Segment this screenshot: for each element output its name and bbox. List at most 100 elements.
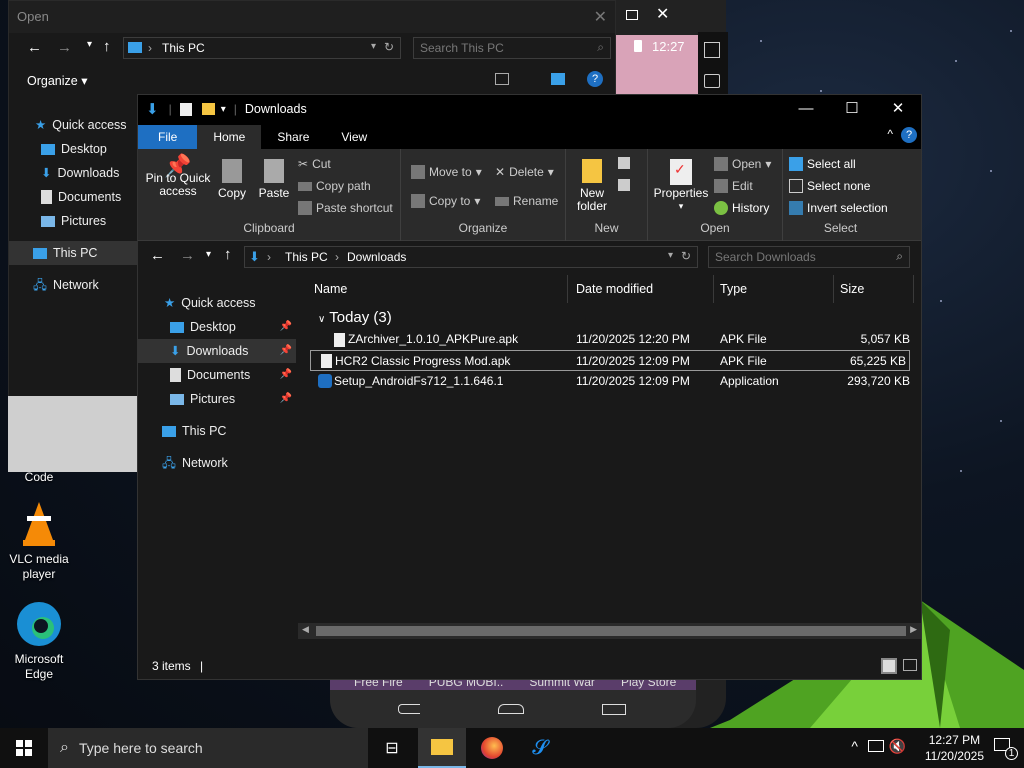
nav-quick-access[interactable]: ★ Quick access <box>138 291 296 315</box>
emulator-close-icon[interactable]: ✕ <box>656 4 669 24</box>
preview-pane-icon[interactable] <box>551 73 565 85</box>
desktop-icon-vlc[interactable]: VLC media player <box>6 500 72 582</box>
group-header[interactable]: ∨ Today (3) <box>318 309 392 326</box>
open-button[interactable]: Open ▾ <box>714 157 771 171</box>
pin-quick-access-button[interactable]: 📌 Pin to Quick access <box>144 155 212 198</box>
nav-desktop[interactable]: Desktop <box>9 137 137 161</box>
taskbar-search-input[interactable]: ⌕ Type here to search <box>48 728 368 768</box>
volume-muted-icon[interactable]: 🔇 <box>889 738 906 755</box>
nav-network[interactable]: 🖧 Network <box>138 451 296 475</box>
copy-path-button[interactable]: Copy path <box>298 179 371 193</box>
recents-nav-icon[interactable] <box>602 704 626 715</box>
taskbar-firefox[interactable] <box>468 728 516 768</box>
tab-file[interactable]: File <box>138 125 198 149</box>
rename-button[interactable]: Rename <box>495 194 558 208</box>
close-button[interactable]: ✕ <box>875 95 921 123</box>
table-row[interactable]: ZArchiver_1.0.10_APKPure.apk 11/20/2025 … <box>310 329 910 350</box>
move-to-button[interactable]: Move to ▾ <box>411 165 482 179</box>
pin-icon[interactable]: 📌 <box>280 339 292 363</box>
copy-to-button[interactable]: Copy to ▾ <box>411 194 480 208</box>
help-icon[interactable]: ? <box>587 71 603 87</box>
chevron-down-icon[interactable]: ▾ <box>221 104 226 115</box>
horizontal-scrollbar[interactable]: ◀ ▶ <box>298 623 921 639</box>
search-input[interactable]: Search This PC ⌕ <box>413 37 611 59</box>
view-options-icon[interactable] <box>495 73 509 85</box>
pin-icon[interactable]: 📌 <box>280 363 292 387</box>
search-input[interactable]: Search Downloads ⌕ <box>708 246 910 268</box>
task-view-button[interactable]: ⊟ <box>368 728 416 768</box>
paste-shortcut-button[interactable]: Paste shortcut <box>298 201 393 215</box>
cut-button[interactable]: ✂ Cut <box>298 157 331 171</box>
new-folder-button[interactable]: New folder <box>570 159 614 213</box>
desktop-icon-code[interactable]: Code <box>6 470 72 485</box>
table-row[interactable]: HCR2 Classic Progress Mod.apk 11/20/2025… <box>310 350 910 371</box>
close-icon[interactable]: ✕ <box>594 7 607 27</box>
edit-button[interactable]: Edit <box>714 179 753 193</box>
properties-button[interactable]: ✓ Properties ▾ <box>652 159 710 213</box>
history-button[interactable]: History <box>714 201 769 215</box>
network-status-icon[interactable] <box>868 740 884 752</box>
keyboard-icon[interactable] <box>704 74 720 88</box>
nav-pictures[interactable]: Pictures 📌 <box>138 387 296 411</box>
details-view-icon[interactable] <box>881 658 897 674</box>
nav-this-pc[interactable]: This PC <box>9 241 137 265</box>
home-nav-icon[interactable] <box>498 704 524 714</box>
delete-button[interactable]: ✕ Delete ▾ <box>495 165 554 179</box>
copy-button[interactable]: Copy <box>214 159 250 200</box>
up-icon[interactable]: ↑ <box>224 246 232 263</box>
nav-documents[interactable]: Documents 📌 <box>138 363 296 387</box>
refresh-icon[interactable]: ↻ <box>384 40 394 54</box>
new-folder-qat-icon[interactable] <box>201 103 215 115</box>
column-date-modified[interactable]: Date modified <box>570 275 714 303</box>
nav-desktop[interactable]: Desktop 📌 <box>138 315 296 339</box>
large-icons-view-icon[interactable] <box>903 659 917 671</box>
taskbar-emulator[interactable]: 𝓢 <box>516 728 564 768</box>
taskbar-file-explorer[interactable] <box>418 728 466 768</box>
emulator-maximize-icon[interactable] <box>626 10 638 20</box>
forward-icon[interactable]: → <box>180 247 195 264</box>
tab-share[interactable]: Share <box>261 125 325 149</box>
pin-icon[interactable]: 📌 <box>280 387 292 411</box>
fullscreen-icon[interactable] <box>704 42 720 58</box>
select-all-button[interactable]: Select all <box>789 157 856 171</box>
back-icon[interactable]: ← <box>150 247 165 264</box>
collapse-ribbon-icon[interactable]: ^ <box>887 127 893 141</box>
forward-icon[interactable]: → <box>57 39 72 56</box>
nav-downloads[interactable]: ⬇ Downloads 📌 <box>138 339 296 363</box>
start-button[interactable] <box>0 728 48 768</box>
refresh-icon[interactable]: ↻ <box>681 249 691 263</box>
nav-documents[interactable]: Documents <box>9 185 137 209</box>
column-size[interactable]: Size <box>834 275 914 303</box>
help-icon[interactable]: ? <box>901 127 917 143</box>
scrollbar-thumb[interactable] <box>316 626 906 636</box>
invert-selection-button[interactable]: Invert selection <box>789 201 888 215</box>
breadcrumb-item[interactable]: Downloads <box>347 250 406 264</box>
notification-center-button[interactable]: 1 <box>994 736 1018 760</box>
new-item-icon[interactable] <box>618 157 630 169</box>
chevron-down-icon[interactable]: ▾ <box>371 41 376 52</box>
minimize-button[interactable]: — <box>783 95 829 123</box>
back-icon[interactable]: ← <box>27 39 42 56</box>
maximize-button[interactable]: ☐ <box>829 95 875 123</box>
organize-button[interactable]: Organize ▾ <box>27 73 87 88</box>
address-bar[interactable]: ⬇ › This PC › Downloads ▾ ↻ <box>244 246 698 268</box>
chevron-down-icon[interactable]: ▾ <box>668 250 673 261</box>
back-nav-icon[interactable] <box>398 704 420 714</box>
recent-locations-icon[interactable]: ▾ <box>206 249 211 260</box>
table-row[interactable]: Setup_AndroidFs712_1.1.646.1 11/20/2025 … <box>310 371 910 392</box>
pin-icon[interactable]: 📌 <box>280 315 292 339</box>
paste-button[interactable]: Paste <box>256 159 292 200</box>
chevron-down-icon[interactable]: ▾ <box>87 39 92 50</box>
nav-quick-access[interactable]: ★ Quick access <box>9 113 137 137</box>
taskbar-clock[interactable]: 12:27 PM 11/20/2025 <box>925 732 984 764</box>
column-name[interactable]: Name <box>308 275 568 303</box>
tab-home[interactable]: Home <box>197 125 262 149</box>
desktop-icon-edge[interactable]: Microsoft Edge <box>6 598 72 682</box>
select-none-button[interactable]: Select none <box>789 179 870 193</box>
tab-view[interactable]: View <box>325 125 383 149</box>
nav-downloads[interactable]: ⬇ Downloads <box>9 161 137 185</box>
show-hidden-icons-icon[interactable]: ^ <box>851 738 858 754</box>
nav-pictures[interactable]: Pictures <box>9 209 137 233</box>
address-bar[interactable]: › This PC ▾ ↻ <box>123 37 401 59</box>
properties-qat-icon[interactable] <box>179 102 192 116</box>
